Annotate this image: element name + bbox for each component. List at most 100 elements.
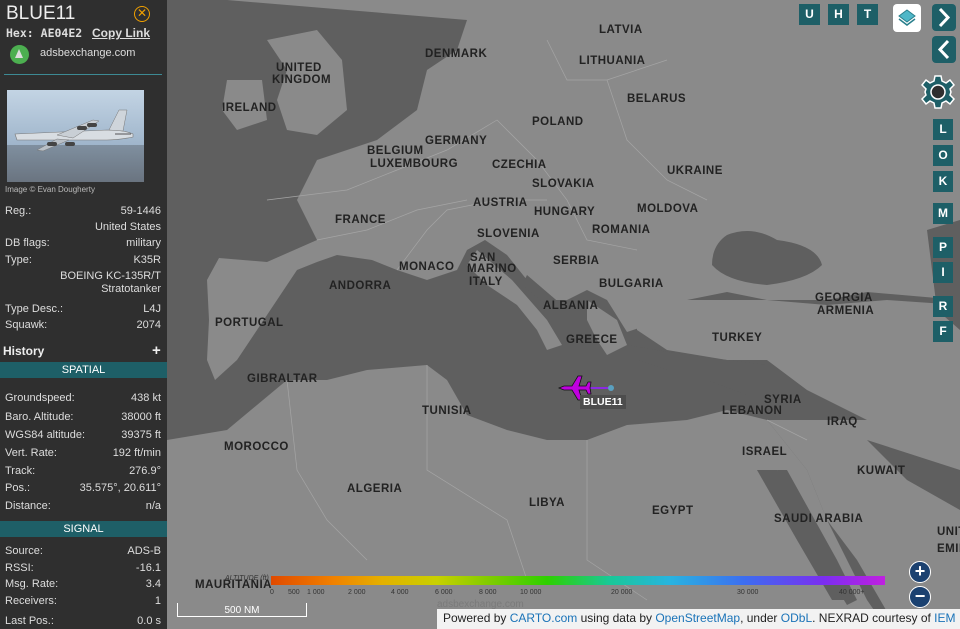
map-scale-bar: 500 NM	[177, 603, 307, 617]
iem-link[interactable]: IEM	[934, 611, 955, 625]
detail-row: United States	[5, 221, 161, 237]
altitude-legend-title: ALTITUDE (ft)	[225, 575, 269, 582]
country-label: GEORGIA	[815, 292, 873, 304]
signal-row: Source: ADS-B	[5, 545, 161, 561]
altitude-tick-label: 6 000	[435, 589, 453, 596]
country-label: KUWAIT	[857, 465, 906, 477]
toggle-k-button[interactable]: K	[933, 171, 953, 192]
altitude-tick-label: 1 000	[307, 589, 325, 596]
toggle-t-button[interactable]: T	[857, 4, 878, 25]
adsbexchange-link[interactable]: adsbexchange.com	[40, 47, 135, 59]
copy-link-button[interactable]: Copy Link	[92, 26, 150, 40]
spatial-row: Baro. Altitude: 38000 ft	[5, 411, 161, 427]
country-label: EMIRA	[937, 543, 960, 555]
detail-value: military	[126, 237, 161, 249]
country-label: DENMARK	[425, 48, 488, 60]
signal-row: RSSI: -16.1	[5, 562, 161, 578]
toggle-i-button[interactable]: I	[933, 262, 953, 283]
zoom-out-button[interactable]: −	[909, 586, 931, 608]
attribution-text-3: , under	[740, 611, 781, 625]
detail-label: Type:	[5, 254, 32, 266]
detail-label: DB flags:	[5, 237, 50, 249]
aircraft-photo[interactable]	[7, 90, 144, 182]
hex-label: Hex:	[6, 26, 34, 40]
spatial-value: 39375 ft	[121, 429, 161, 441]
country-label: CZECHIA	[492, 159, 547, 171]
toggle-o-button[interactable]: O	[933, 145, 953, 166]
expand-right-button[interactable]	[932, 4, 956, 31]
signal-row: Receivers: 1	[5, 595, 161, 611]
spatial-label: Track:	[5, 465, 36, 477]
detail-row: DB flags: military	[5, 237, 161, 253]
altitude-tick-label: 8 000	[479, 589, 497, 596]
country-label: UNITED	[276, 62, 322, 74]
country-label: BULGARIA	[599, 278, 664, 290]
aircraft-info-panel: BLUE11 ✕ Hex: AE04E2 Copy Link adsbexcha…	[0, 0, 168, 629]
signal-row: Msg. Rate: 3.4	[5, 578, 161, 594]
toggle-p-button[interactable]: P	[933, 237, 953, 258]
aircraft-callsign: BLUE11	[6, 3, 76, 24]
country-label: LATVIA	[599, 24, 643, 36]
history-expand-button[interactable]: +	[152, 342, 161, 359]
country-label: ANDORRA	[329, 280, 392, 292]
country-label: ARMENIA	[817, 305, 875, 317]
signal-label: Source:	[5, 545, 43, 557]
country-label: IRELAND	[222, 102, 277, 114]
carto-link[interactable]: CARTO.com	[510, 611, 578, 625]
aircraft-label[interactable]: BLUE11	[580, 395, 626, 409]
signal-row: Last Pos.: 0.0 s	[5, 615, 161, 629]
detail-row: Type: K35R	[5, 254, 161, 270]
country-label: MONACO	[399, 261, 455, 273]
altitude-tick-label: 20 000	[611, 589, 633, 596]
signal-section-header[interactable]: SIGNAL	[0, 521, 167, 537]
map-view[interactable]: LATVIA DENMARK LITHUANIA UNITED KINGDOM IRELA…	[167, 0, 960, 629]
signal-value: -16.1	[135, 562, 161, 574]
country-label: LUXEMBOURG	[370, 158, 459, 170]
country-label: GIBRALTAR	[247, 373, 318, 385]
odbl-link[interactable]: ODbL	[781, 611, 812, 625]
country-label: LIBYA	[529, 497, 565, 509]
close-icon[interactable]: ✕	[134, 6, 150, 22]
signal-value: 1	[154, 595, 161, 607]
toggle-f-button[interactable]: F	[933, 321, 953, 342]
altitude-tick-label: 40 000+	[839, 589, 865, 596]
spatial-section-header[interactable]: SPATIAL	[0, 362, 167, 378]
zoom-in-button[interactable]: +	[909, 561, 931, 583]
country-label: FRANCE	[335, 214, 386, 226]
country-label: UNITED	[937, 526, 960, 538]
divider	[4, 74, 162, 75]
toggle-m-button[interactable]: M	[933, 203, 953, 224]
detail-row: Squawk: 2074	[5, 319, 161, 335]
collapse-left-button[interactable]	[932, 36, 956, 63]
country-label: MOLDOVA	[637, 203, 699, 215]
country-label: TURKEY	[712, 332, 763, 344]
country-label: HUNGARY	[534, 206, 596, 218]
settings-gear-icon[interactable]	[920, 74, 956, 110]
spatial-label: Baro. Altitude:	[5, 411, 74, 423]
spatial-row: Groundspeed: 438 kt	[5, 392, 161, 408]
attribution-text-4: . NEXRAD courtesy of	[812, 611, 935, 625]
detail-label: Squawk:	[5, 319, 48, 331]
history-heading[interactable]: History	[3, 344, 44, 358]
country-label: MOROCCO	[224, 441, 289, 453]
country-label: BELGIUM	[367, 145, 424, 157]
country-label: SERBIA	[553, 255, 600, 267]
detail-value: K35R	[133, 254, 161, 266]
toggle-u-button[interactable]: U	[799, 4, 820, 25]
spatial-row: Vert. Rate: 192 ft/min	[5, 447, 161, 463]
attribution-text-1: Powered by	[443, 611, 510, 625]
openstreetmap-link[interactable]: OpenStreetMap	[655, 611, 740, 625]
detail-value: United States	[94, 221, 161, 233]
toggle-h-button[interactable]: H	[828, 4, 849, 25]
detail-value: 2074	[136, 319, 161, 331]
country-label: EGYPT	[652, 505, 694, 517]
detail-row: Type Desc.: L4J	[5, 303, 161, 319]
signal-value: 3.4	[145, 578, 161, 590]
toggle-r-button[interactable]: R	[933, 296, 953, 317]
attribution-text-2: using data by	[577, 611, 656, 625]
layers-button[interactable]	[893, 4, 921, 32]
country-label: SAUDI ARABIA	[774, 513, 864, 525]
toggle-l-button[interactable]: L	[933, 119, 953, 140]
spatial-row: Distance: n/a	[5, 500, 161, 516]
country-label: TUNISIA	[422, 405, 472, 417]
